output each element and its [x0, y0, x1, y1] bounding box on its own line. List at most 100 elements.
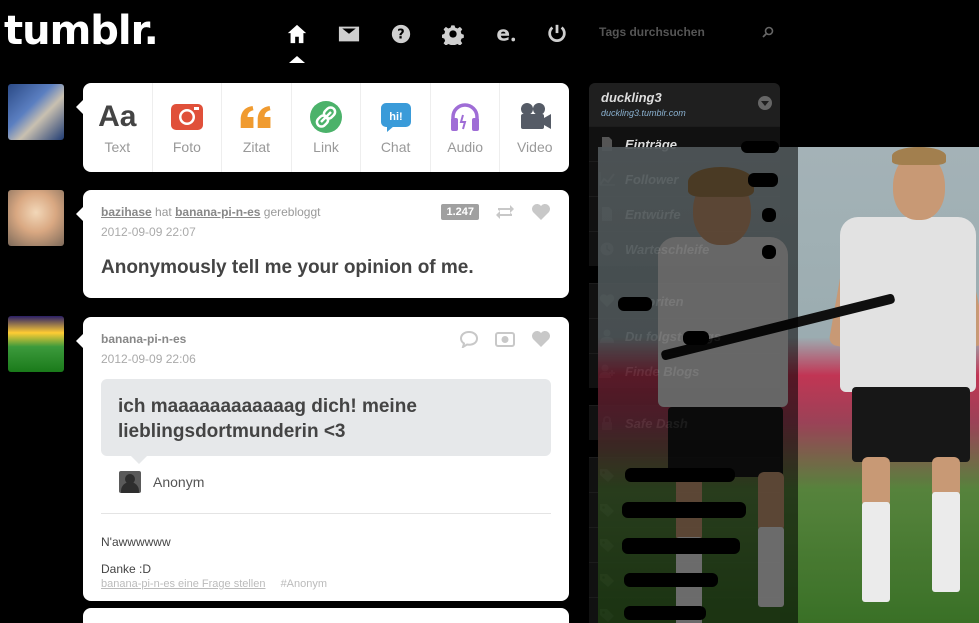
compose-bar: Aa Text Foto Zitat Link hi! Chat Audio V… [76, 83, 569, 172]
asker: Anonym [119, 471, 204, 493]
nav-settings[interactable] [438, 20, 468, 48]
reblog-suffix: gerebloggt [263, 205, 321, 219]
quote-icon [239, 100, 273, 134]
chat-icon: hi! [379, 100, 413, 134]
nav-messages[interactable] [334, 20, 364, 48]
post-header: banana-pi-n-es 2012-09-09 22:06 [83, 317, 569, 366]
author-link[interactable]: banana-pi-n-es [101, 332, 186, 346]
tag-icon [600, 609, 614, 622]
sidebar-item-queue[interactable]: Warteschleife [589, 231, 780, 266]
nav-help[interactable]: ? [386, 20, 416, 48]
redaction [748, 173, 778, 187]
compose-photo-button[interactable]: Foto [153, 83, 223, 172]
link-icon [309, 100, 343, 134]
tag-icon [600, 504, 614, 517]
compose-quote-button[interactable]: Zitat [222, 83, 292, 172]
svg-text:hi!: hi! [389, 111, 402, 123]
heart-icon[interactable] [531, 203, 551, 221]
svg-text:e: e [496, 23, 510, 45]
avatar[interactable] [8, 84, 64, 140]
compose-video-button[interactable]: Video [500, 83, 569, 172]
post-header: bazihase hat banana-pi-n-es gerebloggt 2… [83, 190, 569, 239]
post-card [83, 608, 569, 623]
answer: N'awwwwww Danke :D [101, 529, 171, 583]
redaction [624, 606, 706, 620]
answer-line: N'awwwwww [101, 535, 171, 549]
nav-home[interactable] [282, 20, 312, 48]
compose-link-button[interactable]: Link [292, 83, 362, 172]
tag-link[interactable]: #Anonym [281, 578, 327, 590]
redaction [624, 573, 718, 587]
lock-icon [602, 416, 612, 430]
compose-audio-button[interactable]: Audio [431, 83, 501, 172]
tag-icon [600, 574, 614, 587]
note-count[interactable]: 1.247 [441, 204, 479, 220]
compose-label: Link [313, 139, 339, 155]
redaction [741, 141, 779, 153]
heart-icon[interactable] [531, 330, 551, 348]
document-icon [602, 137, 612, 151]
search-icon[interactable] [762, 26, 774, 38]
tumblr-logo[interactable]: tumblr. [4, 8, 159, 54]
document-icon [602, 207, 612, 221]
headphones-icon [448, 100, 482, 134]
clock-icon [600, 242, 614, 256]
mail-icon [338, 26, 360, 42]
compose-label: Zitat [242, 139, 271, 155]
question-bubble: ich maaaaaaaaaaaag dich! meine lieblings… [101, 379, 551, 464]
redaction [762, 208, 776, 222]
chevron-down-icon[interactable] [758, 96, 772, 110]
heart-icon [599, 294, 615, 307]
sidebar-item-find-blogs[interactable]: Finde Blogs [589, 353, 780, 388]
redaction [683, 331, 709, 345]
asker-name: Anonym [153, 474, 205, 490]
reblog-word: hat [155, 205, 172, 219]
ask-link[interactable]: banana-pi-n-es eine Frage stellen [101, 578, 266, 590]
power-icon [548, 24, 566, 42]
compose-label: Foto [172, 139, 201, 155]
anonymous-avatar [119, 471, 141, 493]
redaction [625, 468, 735, 482]
post-footer: banana-pi-n-es eine Frage stellen #Anony… [101, 578, 327, 590]
post-controls [459, 330, 551, 348]
redaction [762, 245, 776, 259]
avatar[interactable] [8, 316, 64, 372]
sidebar-item-label: Finde Blogs [625, 363, 700, 379]
compose-label: Video [516, 139, 553, 155]
tag-search [590, 18, 780, 46]
camera-reply-icon[interactable] [495, 330, 515, 348]
tag-icon [600, 539, 614, 552]
sidebar-item-safe-dash[interactable]: Safe Dash [589, 405, 780, 440]
nav-e[interactable]: e [490, 20, 520, 48]
post-date[interactable]: 2012-09-09 22:07 [101, 225, 551, 239]
sidebar-gap [589, 388, 780, 405]
sidebar-item-label: Warteschleife [625, 241, 710, 257]
sidebar-gap [589, 440, 780, 457]
avatar[interactable] [8, 190, 64, 246]
blog-url[interactable]: duckling3.tumblr.com [601, 108, 768, 118]
search-input[interactable] [590, 18, 780, 46]
reply-icon[interactable] [459, 330, 479, 348]
sidebar-item-drafts[interactable]: Entwürfe [589, 196, 780, 231]
blog-switcher[interactable]: duckling3 duckling3.tumblr.com [589, 83, 780, 126]
post-title: Anonymously tell me your opinion of me. [101, 257, 474, 278]
text-icon: Aa [98, 100, 137, 133]
reblog-icon[interactable] [495, 203, 515, 221]
sidebar-item-label: Einträge [625, 136, 678, 152]
person-icon [600, 329, 614, 343]
nav-logout[interactable] [542, 20, 572, 48]
compose-text-button[interactable]: Aa Text [83, 83, 153, 172]
help-icon: ? [391, 24, 411, 44]
sidebar-item-label: Follower [625, 171, 679, 187]
source-link[interactable]: banana-pi-n-es [175, 205, 260, 219]
person-add-icon [599, 364, 615, 378]
video-camera-icon [518, 100, 552, 134]
post-date[interactable]: 2012-09-09 22:06 [101, 352, 551, 366]
post-reblog: bazihase hat banana-pi-n-es gerebloggt 2… [76, 190, 569, 298]
compose-chat-button[interactable]: hi! Chat [361, 83, 431, 172]
reblogger-link[interactable]: bazihase [101, 205, 152, 219]
e-icon: e [496, 23, 516, 45]
sidebar-item-label: Safe Dash [625, 415, 688, 431]
tag-icon [600, 469, 614, 482]
blog-name[interactable]: duckling3 [601, 90, 768, 105]
